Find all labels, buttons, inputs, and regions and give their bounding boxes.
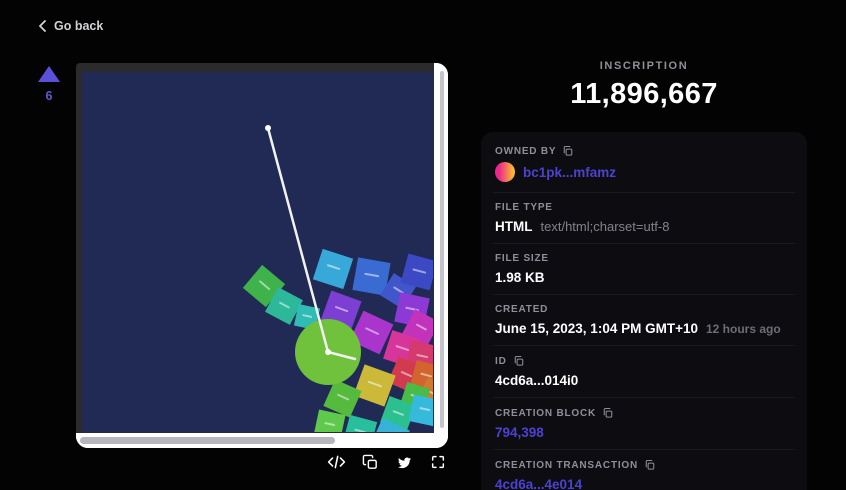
created-label: CREATED — [495, 304, 548, 315]
file-size-value: 1.98 KB — [495, 270, 545, 285]
file-type-mime: text/html;charset=utf-8 — [541, 219, 670, 234]
vertical-scrollbar[interactable] — [434, 63, 448, 448]
inscription-number: 11,896,667 — [481, 78, 807, 111]
file-type-value: HTML — [495, 219, 533, 234]
file-type-section: FILE TYPE HTML text/html;charset=utf-8 — [493, 193, 795, 244]
file-type-label: FILE TYPE — [495, 202, 553, 213]
go-back-label: Go back — [54, 19, 103, 33]
art-square — [313, 249, 353, 289]
copy-creation-transaction-icon[interactable] — [644, 459, 656, 471]
twitter-icon[interactable] — [394, 452, 414, 472]
vertical-scrollbar-thumb[interactable] — [440, 71, 444, 428]
go-back-link[interactable]: Go back — [38, 19, 103, 33]
horizontal-scrollbar-thumb[interactable] — [80, 437, 335, 444]
creation-transaction-section: CREATION TRANSACTION 4cd6a...4e014 — [493, 450, 795, 490]
id-section: ID 4cd6a...014i0 — [493, 346, 795, 398]
view-source-icon[interactable] — [326, 452, 346, 472]
copy-creation-block-icon[interactable] — [602, 407, 614, 419]
upvote-icon[interactable] — [38, 66, 60, 82]
id-label: ID — [495, 356, 507, 367]
vote-count: 6 — [36, 89, 62, 103]
inscription-preview-frame[interactable] — [76, 63, 448, 448]
art-square — [343, 415, 377, 432]
creation-block-label: CREATION BLOCK — [495, 408, 596, 419]
copy-icon[interactable] — [360, 452, 380, 472]
owner-address-link[interactable]: bc1pk...mfamz — [523, 165, 616, 180]
artwork-canvas — [82, 72, 433, 432]
created-value: June 15, 2023, 1:04 PM GMT+10 — [495, 321, 698, 336]
preview-toolbar — [76, 452, 448, 472]
copy-owner-icon[interactable] — [562, 145, 574, 157]
owner-avatar — [495, 162, 515, 182]
details-card: OWNED BY bc1pk...mfamz FILE TYPE HTML te… — [481, 132, 807, 490]
chevron-left-icon — [38, 20, 47, 32]
id-value: 4cd6a...014i0 — [495, 373, 578, 388]
creation-block-link[interactable]: 794,398 — [495, 425, 544, 440]
creation-transaction-label: CREATION TRANSACTION — [495, 460, 638, 471]
inscription-label: INSCRIPTION — [481, 60, 807, 72]
creation-transaction-link[interactable]: 4cd6a...4e014 — [495, 477, 582, 490]
created-relative-time: 12 hours ago — [706, 322, 781, 336]
fullscreen-icon[interactable] — [428, 452, 448, 472]
creation-block-section: CREATION BLOCK 794,398 — [493, 398, 795, 450]
copy-id-icon[interactable] — [513, 355, 525, 367]
horizontal-scrollbar[interactable] — [76, 433, 434, 448]
file-size-label: FILE SIZE — [495, 253, 549, 264]
file-size-section: FILE SIZE 1.98 KB — [493, 244, 795, 295]
created-section: CREATED June 15, 2023, 1:04 PM GMT+10 12… — [493, 295, 795, 346]
art-circle — [295, 319, 361, 385]
owned-by-section: OWNED BY bc1pk...mfamz — [493, 132, 795, 193]
inscription-header: INSCRIPTION 11,896,667 — [481, 60, 807, 111]
vote-widget: 6 — [36, 66, 62, 103]
owned-by-label: OWNED BY — [495, 146, 556, 157]
